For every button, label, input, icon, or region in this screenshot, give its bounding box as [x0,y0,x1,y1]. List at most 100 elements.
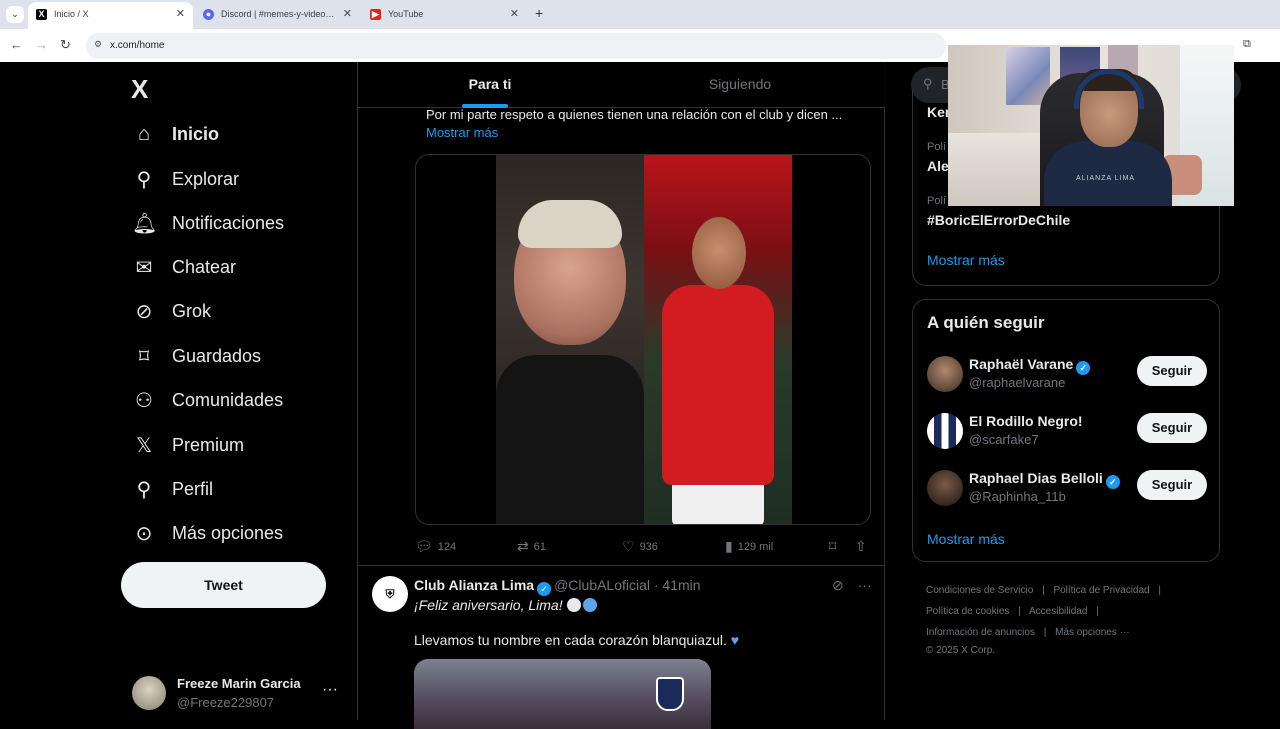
grok-icon: ⊘ [135,300,153,323]
trend-item[interactable]: #BoricElErrorDeChile [927,212,1070,228]
tweet-button[interactable]: Tweet [121,562,326,608]
avatar [927,356,963,392]
avatar [927,470,963,506]
tab-youtube[interactable]: ▶ YouTube ✕ [362,2,527,29]
tab-x-home[interactable]: X Inicio / X ✕ [28,2,193,29]
x-premium-icon: 𝕏 [135,434,153,457]
footer-link[interactable]: Accesibilidad [1029,606,1087,617]
close-icon[interactable]: ✕ [343,2,352,27]
extensions-icon[interactable]: ⧉ [1243,38,1251,51]
show-more-link[interactable]: Mostrar más [927,531,1005,547]
back-arrow-icon[interactable]: ← [10,37,23,52]
like-button[interactable]: ♡ 936 [622,538,658,555]
tab-discord[interactable]: ● Discord | #memes-y-videos | El ✕ [195,2,360,29]
forward-arrow-icon[interactable]: → [35,37,48,52]
nav-item-notificaciones[interactable]: 🔔︎ Notificaciones [132,206,284,240]
bookmark-icon: ⌑ [138,345,150,368]
name-text: Raphael Dias Belloli [969,470,1103,486]
nav-item-mas-opciones[interactable]: ⊙ Más opciones [132,516,283,550]
footer-link[interactable]: Más opciones ··· [1055,627,1129,638]
tab-siguiendo[interactable]: Siguiendo [608,76,872,92]
tab-para-ti[interactable]: Para ti [358,76,622,92]
nav-item-inicio[interactable]: ⌂ Inicio [132,117,219,151]
follow-button[interactable]: Seguir [1137,470,1207,500]
reply-button[interactable]: 💬︎ 124 [415,538,456,555]
views-count: 129 mil [737,540,774,553]
share-button[interactable]: ⇧ [855,538,872,555]
retweet-button[interactable]: ⇄ 61 [517,538,546,555]
retweet-count: 61 [533,540,546,553]
nav-item-comunidades[interactable]: ⚇ Comunidades [132,383,283,417]
more-dots-icon[interactable]: ··· [322,681,338,699]
follow-suggestion[interactable]: Raphaël Varane ✓ @raphaelvarane Seguir [927,354,1207,396]
close-icon[interactable]: ✕ [510,2,519,27]
views-button[interactable]: ▮ 129 mil [725,538,773,555]
tab-label: Discord | #memes-y-videos | El [221,9,346,19]
share-icon: ⇧ [855,538,867,554]
tweet-header: Club Alianza Lima ✓ @ClubALoficial · 41min [414,577,701,596]
new-tab-button[interactable]: + [535,5,543,21]
avatar [132,676,166,710]
follow-button[interactable]: Seguir [1137,413,1207,443]
footer-link[interactable]: Condiciones de Servicio [926,585,1033,596]
follow-suggestion[interactable]: El Rodillo Negro! @scarfake7 Seguir [927,411,1207,453]
photo-figure [662,285,774,485]
account-switcher[interactable]: Freeze Marin Garcia @Freeze229807 ··· [132,673,347,713]
nav-label: Guardados [172,345,262,366]
tweet-media[interactable] [415,154,871,525]
follow-suggestion[interactable]: Raphael Dias Belloli ✓ @Raphinha_11b Segu… [927,468,1207,510]
footer-link[interactable]: Información de anuncios [926,627,1035,638]
footer-link[interactable]: Política de cookies [926,606,1009,617]
address-bar[interactable]: ⚙ x.com/home [86,33,946,59]
nav-item-chatear[interactable]: ✉ Chatear [132,250,236,284]
suggestion-name: Raphaël Varane ✓ [969,356,1093,375]
nav-label: Notificaciones [172,212,285,233]
footer-separator: | [1158,585,1162,596]
nav-item-guardados[interactable]: ⌑ Guardados [132,339,261,373]
verified-badge-icon: ✓ [1076,361,1091,375]
grok-icon[interactable]: ⊘ [832,577,844,593]
bookmark-button[interactable]: ⌑ [829,538,841,555]
nav-label: Premium [172,434,245,455]
timeline: Por mi parte respeto a quienes tienen un… [357,62,885,729]
author-handle[interactable]: @ClubALoficial [554,577,650,593]
club-crest-icon [656,677,684,711]
tab-strip: ⌄ X Inicio / X ✕ ● Discord | #memes-y-vi… [0,0,1280,29]
left-sidebar: X ⌂ Inicio ⚲ Explorar 🔔︎ Notificaciones … [0,62,357,720]
nav-item-premium[interactable]: 𝕏 Premium [132,428,244,462]
footer-link[interactable]: Política de Privacidad [1053,585,1149,596]
trend-item[interactable]: Ale [927,158,949,174]
reload-icon[interactable]: ↻ [60,37,71,53]
tweet-media[interactable] [414,659,711,729]
close-icon[interactable]: ✕ [176,2,185,27]
tweet-line: Llevamos tu nombre en cada corazón blanq… [414,632,727,648]
name-text: Raphaël Varane [969,356,1074,372]
blue-heart-icon: ♥ [730,632,740,648]
nav-label: Perfil [172,478,214,499]
photo-figure [496,355,644,524]
tweet-line: ¡Feliz aniversario, Lima! [414,597,563,613]
reply-count: 124 [437,540,457,553]
nav-item-grok[interactable]: ⊘ Grok [132,294,211,328]
avatar[interactable]: ⛨ [372,576,408,612]
profile-icon: ⚲ [136,478,152,501]
author-name[interactable]: Club Alianza Lima [414,577,534,593]
divider [358,565,885,566]
account-handle: @Freeze229807 [177,695,275,710]
nav-item-explorar[interactable]: ⚲ Explorar [132,162,239,196]
communities-icon: ⚇ [135,389,153,412]
suggestion-name: Raphael Dias Belloli ✓ [969,470,1123,489]
show-more-link[interactable]: Mostrar más [426,125,498,140]
x-logo-icon[interactable]: X [131,74,148,105]
show-more-link[interactable]: Mostrar más [927,252,1005,268]
site-info-icon[interactable]: ⚙ [94,39,102,50]
footer-row: Condiciones de Servicio | Política de Pr… [926,580,1226,601]
tweet-text: Por mi parte respeto a quienes tienen un… [426,107,843,122]
photo-figure [692,217,746,289]
tab-search-chevron-icon[interactable]: ⌄ [6,6,24,23]
white-circle-emoji-icon [566,598,581,612]
footer-row: Política de cookies | Accesibilidad | [926,601,1226,622]
follow-button[interactable]: Seguir [1137,356,1207,386]
more-dots-icon[interactable]: ··· [858,577,872,593]
nav-item-perfil[interactable]: ⚲ Perfil [132,472,213,506]
